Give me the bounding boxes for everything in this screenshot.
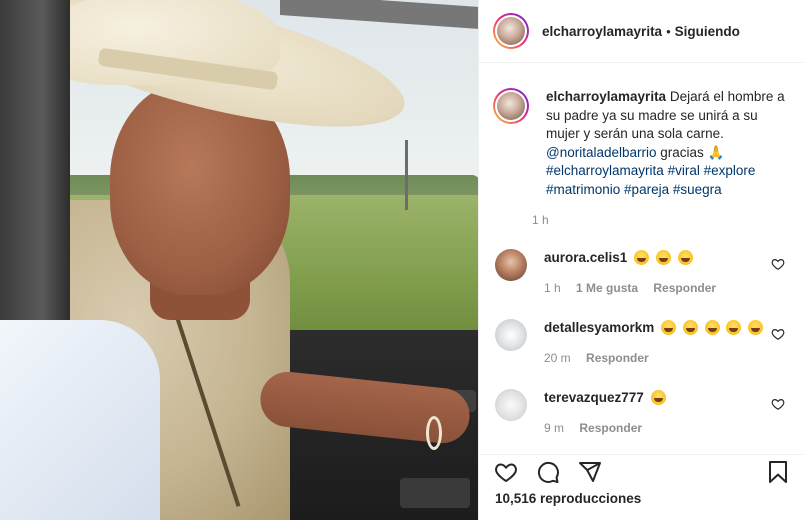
hashtag-link[interactable]: #elcharroylamayrita: [546, 163, 664, 178]
caption-timestamp[interactable]: 1 h: [532, 213, 804, 227]
caption-username[interactable]: elcharroylamayrita: [546, 89, 666, 104]
share-icon[interactable]: [577, 459, 603, 485]
caption-thanks: gracias 🙏: [660, 144, 725, 160]
caption-text: elcharroylamayrita Dejará el hombre a su…: [546, 88, 791, 199]
comment-timestamp[interactable]: 1 h: [544, 281, 561, 295]
commenter-avatar[interactable]: [495, 389, 527, 421]
post-actions: 10,516 reproducciones: [479, 454, 804, 520]
laughing-emoji-icon: [677, 250, 693, 265]
header-separator: •: [666, 23, 671, 39]
laughing-emoji-icon: [661, 320, 677, 335]
hashtag-link[interactable]: #suegra: [673, 182, 722, 197]
comment-meta: 1 h 1 Me gusta Responder: [544, 279, 728, 297]
comment-meta: 9 m Responder: [544, 419, 666, 437]
caption-mention[interactable]: @noritaladelbarrio: [546, 145, 657, 160]
laughing-emoji-icon: [704, 320, 720, 335]
reply-button[interactable]: Responder: [586, 351, 649, 365]
laughing-emoji-icon: [655, 250, 671, 265]
following-button[interactable]: Siguiendo: [675, 24, 740, 39]
comment-likes[interactable]: 1 Me gusta: [576, 281, 638, 295]
hashtag-link[interactable]: #viral: [668, 163, 700, 178]
laughing-emoji-icon: [726, 320, 742, 335]
comment-like-heart-icon[interactable]: [771, 327, 785, 341]
reply-button[interactable]: Responder: [579, 421, 642, 435]
laughing-emoji-icon: [650, 390, 666, 405]
comment-item: terevazquez777 9 m Responder: [479, 389, 804, 454]
comment-item: detallesyamorkm 20 m Responder: [479, 319, 804, 389]
post-caption: elcharroylamayrita Dejará el hombre a su…: [479, 64, 804, 199]
author-avatar[interactable]: [493, 13, 529, 49]
comment-timestamp[interactable]: 9 m: [544, 421, 564, 435]
post-header: elcharroylamayrita • Siguiendo: [479, 0, 804, 63]
hashtag-link[interactable]: #pareja: [624, 182, 669, 197]
hashtag-link[interactable]: #explore: [704, 163, 756, 178]
comment-like-heart-icon[interactable]: [771, 257, 785, 271]
comment-timestamp[interactable]: 20 m: [544, 351, 571, 365]
view-count[interactable]: 10,516 reproducciones: [479, 485, 804, 506]
heart-icon[interactable]: [493, 459, 519, 485]
hashtag-link[interactable]: #matrimonio: [546, 182, 620, 197]
laughing-emoji-icon: [634, 250, 650, 265]
post-side-panel: elcharroylamayrita • Siguiendo elcharroy…: [478, 0, 804, 520]
video-door-switch: [400, 478, 470, 508]
video-person-bracelet: [426, 416, 442, 450]
comment-item: aurora.celis1 1 h 1 Me gusta Responder: [479, 249, 804, 319]
author-username[interactable]: elcharroylamayrita: [542, 24, 662, 39]
video-other-person-shirt: [0, 320, 160, 520]
caption-author-avatar[interactable]: [493, 88, 529, 124]
comments-list[interactable]: elcharroylamayrita Dejará el hombre a su…: [479, 64, 804, 454]
commenter-username[interactable]: terevazquez777: [544, 390, 644, 405]
laughing-emoji-icon: [748, 320, 764, 335]
commenter-avatar[interactable]: [495, 249, 527, 281]
reply-button[interactable]: Responder: [653, 281, 716, 295]
bookmark-icon[interactable]: [765, 459, 791, 485]
video-background-pole: [405, 140, 408, 210]
commenter-username[interactable]: detallesyamorkm: [544, 320, 654, 335]
comment-meta: 20 m Responder: [544, 349, 763, 367]
laughing-emoji-icon: [682, 320, 698, 335]
post-video[interactable]: [0, 0, 478, 520]
commenter-username[interactable]: aurora.celis1: [544, 250, 627, 265]
comment-like-heart-icon[interactable]: [771, 397, 785, 411]
commenter-avatar[interactable]: [495, 319, 527, 351]
comment-icon[interactable]: [535, 459, 561, 485]
